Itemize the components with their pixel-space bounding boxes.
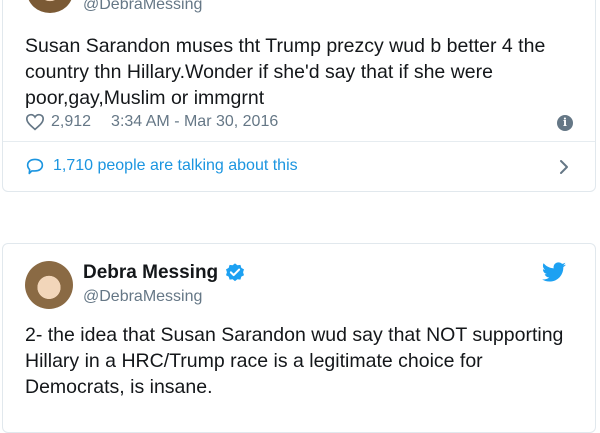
tweet-timestamp[interactable]: 3:34 AM - Mar 30, 2016: [111, 113, 278, 131]
avatar[interactable]: [25, 261, 73, 309]
tweet-handle[interactable]: @DebraMessing: [83, 0, 202, 14]
like-count[interactable]: 2,912: [51, 113, 91, 131]
heart-icon[interactable]: [25, 113, 45, 131]
author-row: Debra Messing: [83, 262, 246, 284]
verified-badge-icon: [226, 263, 245, 282]
tweet-meta: 2,912 3:34 AM - Mar 30, 2016: [25, 113, 278, 131]
author-handle[interactable]: @DebraMessing: [83, 288, 202, 306]
chevron-right-icon[interactable]: [557, 158, 571, 176]
divider: [3, 141, 595, 142]
speech-bubble-icon: [26, 158, 44, 175]
tweet-card-1: @DebraMessing Susan Sarandon muses tht T…: [2, 0, 596, 192]
avatar[interactable]: [27, 0, 73, 13]
talking-about-link[interactable]: 1,710 people are talking about this: [25, 157, 298, 175]
info-icon[interactable]: i: [557, 115, 573, 131]
twitter-bird-icon[interactable]: [541, 262, 567, 284]
tweet-card-2: Debra Messing @DebraMessing 2- the idea …: [2, 243, 596, 433]
talking-about-text: 1,710 people are talking about this: [53, 157, 298, 174]
tweet-text: 2- the idea that Susan Sarandon wud say …: [25, 324, 564, 398]
tweet-text: Susan Sarandon muses tht Trump prezcy wu…: [25, 35, 546, 109]
author-name[interactable]: Debra Messing: [83, 262, 218, 284]
